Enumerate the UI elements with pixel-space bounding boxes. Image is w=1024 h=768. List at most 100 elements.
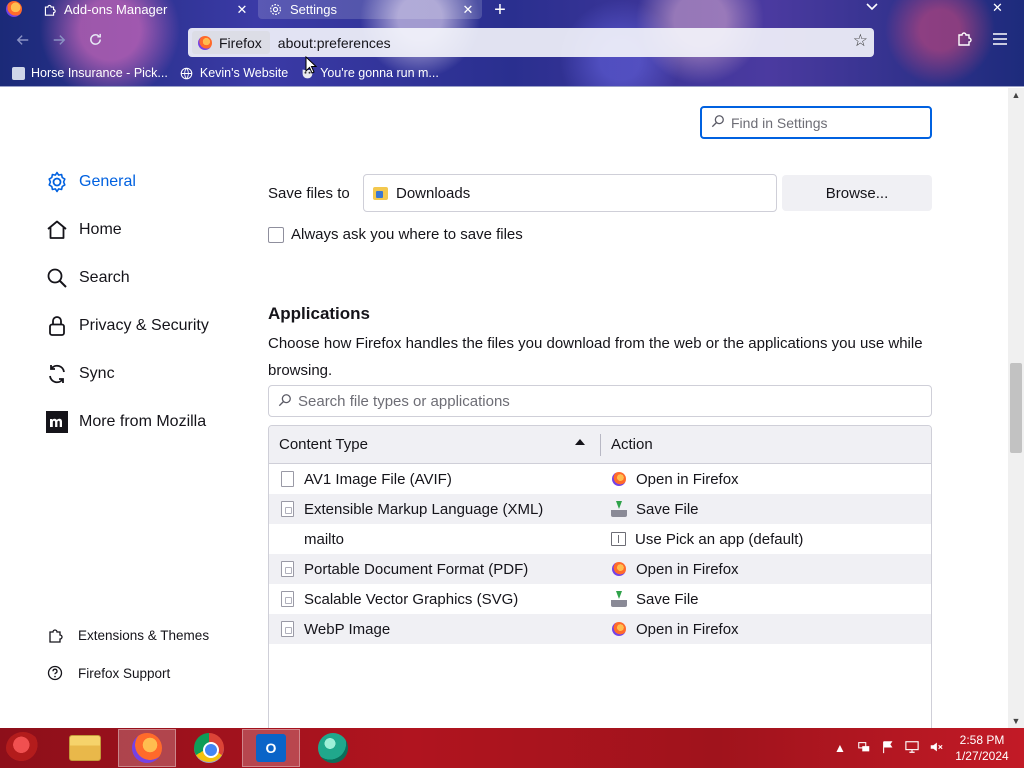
bookmark-label: Horse Insurance - Pick... <box>31 66 168 80</box>
category-general[interactable]: General <box>44 169 136 195</box>
action-cell[interactable]: Open in Firefox <box>636 621 739 638</box>
find-in-settings-input[interactable] <box>731 114 921 131</box>
back-button[interactable] <box>10 30 36 54</box>
content-type-cell: mailto <box>304 530 345 548</box>
table-row[interactable]: AV1 Image File (AVIF) Open in Firefox <box>269 464 931 494</box>
action-cell[interactable]: Open in Firefox <box>636 561 739 578</box>
extensions-button[interactable] <box>952 30 976 54</box>
taskbar-file-explorer[interactable] <box>56 729 114 767</box>
tab-addons-manager[interactable]: Add-ons Manager ✕ <box>32 0 256 19</box>
lock-icon <box>44 313 70 339</box>
identity-box[interactable]: Firefox <box>192 31 270 54</box>
volume-muted-icon[interactable] <box>924 740 948 757</box>
firefox-icon <box>612 472 626 486</box>
category-sync[interactable]: Sync <box>44 361 115 387</box>
close-tab-icon[interactable]: ✕ <box>232 2 252 18</box>
taskbar-firefox[interactable] <box>118 729 176 767</box>
find-in-settings[interactable] <box>700 106 932 139</box>
scroll-down-icon[interactable]: ▼ <box>1008 714 1024 728</box>
app-menu-button[interactable] <box>988 30 1012 54</box>
action-cell[interactable]: Open in Firefox <box>636 471 739 488</box>
download-folder-field: Downloads <box>363 174 777 212</box>
scroll-up-icon[interactable]: ▲ <box>1008 88 1024 102</box>
close-tab-icon[interactable]: ✕ <box>458 2 478 18</box>
puzzle-icon <box>958 32 972 46</box>
mozilla-icon <box>44 409 70 435</box>
taskbar-outlook[interactable]: O <box>242 729 300 767</box>
browse-button[interactable]: Browse... <box>782 175 932 211</box>
save-files-row: Save files to Downloads Browse... <box>268 174 932 212</box>
network-icon[interactable] <box>852 740 876 757</box>
table-row[interactable]: mailto Use Pick an app (default) <box>269 524 931 554</box>
action-cell[interactable]: Save File <box>636 501 699 518</box>
column-separator[interactable] <box>600 434 601 456</box>
arrow-left-icon <box>16 35 29 45</box>
scrollbar-thumb[interactable] <box>1010 363 1022 453</box>
taskbar-globe-app[interactable] <box>304 729 362 767</box>
tab-settings[interactable]: Settings ✕ <box>258 0 482 19</box>
category-label: Privacy & Security <box>79 317 209 334</box>
clock-date: 1/27/2024 <box>955 749 1009 763</box>
document-icon <box>281 561 294 577</box>
reload-icon <box>89 33 101 45</box>
outlook-icon: O <box>256 734 286 762</box>
start-button[interactable] <box>6 732 40 764</box>
firefox-app-icon[interactable] <box>6 1 22 17</box>
action-cell[interactable]: Save File <box>636 591 699 608</box>
puzzle-icon <box>42 3 56 17</box>
display-icon[interactable] <box>900 740 924 757</box>
system-clock[interactable]: 2:58 PM 1/27/2024 <box>948 732 1016 764</box>
new-tab-button[interactable]: + <box>490 0 510 22</box>
file-types-search-input[interactable] <box>298 392 898 410</box>
system-tray: ▲ 2:58 PM 1/27/2024 <box>828 728 1024 768</box>
firefox-icon <box>132 733 162 763</box>
footer-link-label: Firefox Support <box>78 665 171 681</box>
extensions-themes-link[interactable]: Extensions & Themes <box>46 626 209 644</box>
url-text[interactable]: about:preferences <box>278 35 391 51</box>
category-home[interactable]: Home <box>44 217 122 243</box>
page-scrollbar[interactable]: ▲ ▼ <box>1008 88 1024 728</box>
chevron-up-icon[interactable]: ▲ <box>828 741 852 755</box>
category-more-from-mozilla[interactable]: More from Mozilla <box>44 409 206 435</box>
window-close-icon[interactable]: ✕ <box>992 0 1003 16</box>
gear-icon <box>44 169 70 195</box>
table-row[interactable]: Portable Document Format (PDF) Open in F… <box>269 554 931 584</box>
forward-button[interactable] <box>46 30 72 54</box>
action-column-header[interactable]: Action <box>601 436 653 453</box>
save-icon <box>611 591 627 607</box>
reload-button[interactable] <box>82 30 108 54</box>
category-privacy-security[interactable]: Privacy & Security <box>44 313 209 339</box>
content-type-cell: AV1 Image File (AVIF) <box>304 470 452 488</box>
tab-label: Settings <box>290 2 337 17</box>
applications-description: Choose how Firefox handles the files you… <box>268 335 923 379</box>
table-row[interactable]: WebP Image Open in Firefox <box>269 614 931 644</box>
arrow-right-icon <box>53 35 66 45</box>
bookmark-kevins-website[interactable]: Kevin's Website <box>180 66 288 80</box>
clock-time: 2:58 PM <box>959 733 1005 747</box>
bookmark-youre-gonna-run[interactable]: You're gonna run m... <box>300 66 439 80</box>
firefox-support-link[interactable]: Firefox Support <box>46 664 170 682</box>
content-type-column-header[interactable]: Content Type <box>269 436 601 453</box>
url-bar[interactable]: Firefox about:preferences ☆ <box>188 28 874 57</box>
bookmark-horse-insurance[interactable]: Horse Insurance - Pick... <box>12 66 168 80</box>
page-icon <box>12 66 25 80</box>
app-icon <box>611 532 626 546</box>
taskbar-chrome[interactable] <box>180 729 238 767</box>
flag-icon[interactable] <box>876 740 900 757</box>
bookmark-label: Kevin's Website <box>199 66 289 80</box>
sort-ascending-icon <box>575 439 585 445</box>
tab-strip: Add-ons Manager ✕ Settings ✕ + ✕ <box>0 0 1024 22</box>
table-row[interactable]: Extensible Markup Language (XML) Save Fi… <box>269 494 931 524</box>
star-icon[interactable]: ☆ <box>853 31 868 51</box>
save-icon <box>611 501 627 517</box>
table-row[interactable]: Scalable Vector Graphics (SVG) Save File <box>269 584 931 614</box>
firefox-icon <box>612 562 626 576</box>
always-ask-checkbox[interactable] <box>268 226 284 243</box>
windows-taskbar: O ▲ 2:58 PM 1/27/2024 <box>0 728 1024 768</box>
chevron-down-icon[interactable] <box>866 0 878 14</box>
always-ask-row[interactable]: Always ask you where to save files <box>268 226 523 243</box>
help-icon <box>46 664 64 682</box>
action-cell[interactable]: Use Pick an app (default) <box>635 531 803 548</box>
file-types-search[interactable] <box>268 385 932 417</box>
category-search[interactable]: Search <box>44 265 130 291</box>
